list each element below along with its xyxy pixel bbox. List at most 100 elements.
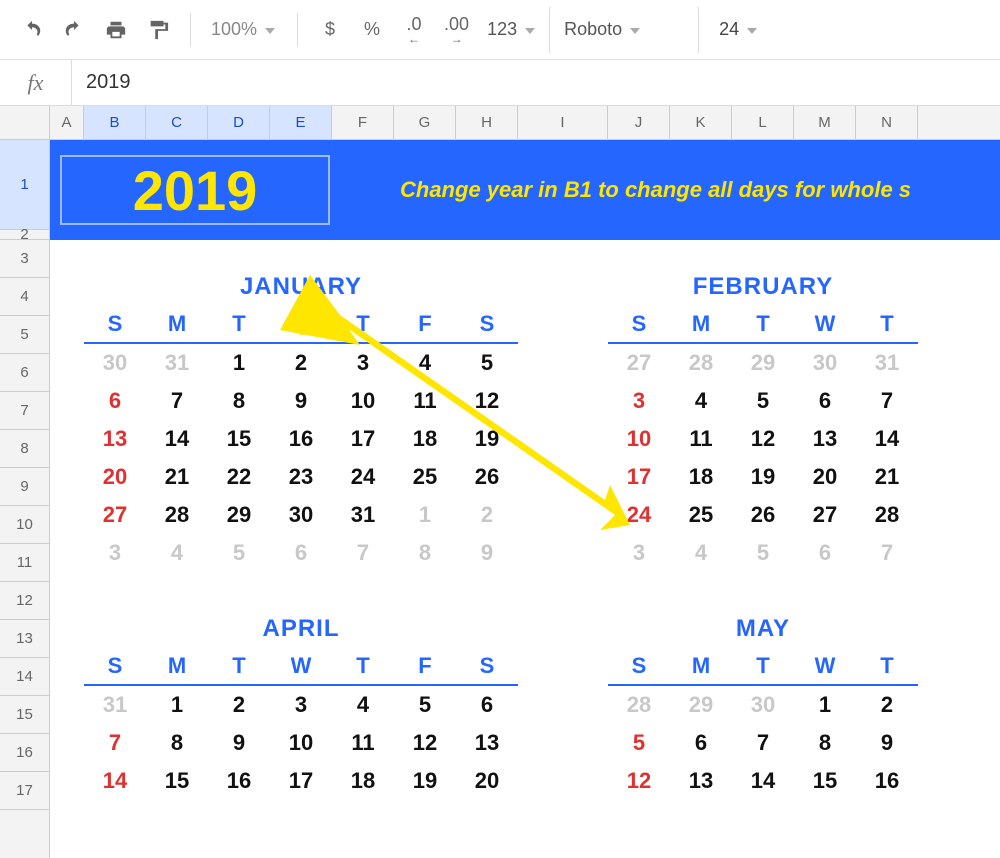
select-all-corner[interactable]: [0, 106, 50, 139]
day-cell[interactable]: 23: [270, 464, 332, 490]
redo-button[interactable]: [56, 12, 92, 48]
day-cell[interactable]: 15: [208, 426, 270, 452]
day-cell[interactable]: 28: [856, 502, 918, 528]
day-cell[interactable]: 12: [608, 768, 670, 794]
day-cell[interactable]: 12: [394, 730, 456, 756]
day-cell[interactable]: 6: [794, 540, 856, 566]
day-cell[interactable]: 7: [84, 730, 146, 756]
day-cell[interactable]: 26: [456, 464, 518, 490]
day-cell[interactable]: 9: [270, 388, 332, 414]
day-cell[interactable]: 9: [456, 540, 518, 566]
day-cell[interactable]: 31: [84, 692, 146, 718]
day-cell[interactable]: 30: [732, 692, 794, 718]
day-cell[interactable]: 22: [208, 464, 270, 490]
day-cell[interactable]: 4: [332, 692, 394, 718]
day-cell[interactable]: 6: [456, 692, 518, 718]
decrease-decimal-button[interactable]: .0 ←: [396, 12, 432, 48]
col-header-F[interactable]: F: [332, 106, 394, 139]
day-cell[interactable]: 5: [394, 692, 456, 718]
day-cell[interactable]: 8: [146, 730, 208, 756]
day-cell[interactable]: 26: [732, 502, 794, 528]
row-header-6[interactable]: 6: [0, 354, 49, 392]
day-cell[interactable]: 11: [332, 730, 394, 756]
row-header-8[interactable]: 8: [0, 430, 49, 468]
day-cell[interactable]: 17: [270, 768, 332, 794]
day-cell[interactable]: 14: [856, 426, 918, 452]
row-header-10[interactable]: 10: [0, 506, 49, 544]
col-header-G[interactable]: G: [394, 106, 456, 139]
day-cell[interactable]: 16: [270, 426, 332, 452]
day-cell[interactable]: 1: [146, 692, 208, 718]
row-header-7[interactable]: 7: [0, 392, 49, 430]
day-cell[interactable]: 17: [332, 426, 394, 452]
row-header-17[interactable]: 17: [0, 772, 49, 810]
print-button[interactable]: [98, 12, 134, 48]
percent-button[interactable]: %: [354, 12, 390, 48]
zoom-dropdown[interactable]: 100%: [205, 12, 283, 48]
day-cell[interactable]: 8: [794, 730, 856, 756]
day-cell[interactable]: 19: [394, 768, 456, 794]
col-header-B[interactable]: B: [84, 106, 146, 139]
day-cell[interactable]: 20: [456, 768, 518, 794]
font-family-dropdown[interactable]: Roboto: [549, 6, 699, 54]
day-cell[interactable]: 18: [670, 464, 732, 490]
day-cell[interactable]: 1: [394, 502, 456, 528]
day-cell[interactable]: 31: [856, 350, 918, 376]
row-header-11[interactable]: 11: [0, 544, 49, 582]
day-cell[interactable]: 5: [732, 388, 794, 414]
col-header-L[interactable]: L: [732, 106, 794, 139]
row-header-2[interactable]: 2: [0, 230, 49, 240]
row-header-13[interactable]: 13: [0, 620, 49, 658]
day-cell[interactable]: 28: [670, 350, 732, 376]
day-cell[interactable]: 20: [794, 464, 856, 490]
font-size-dropdown[interactable]: 24: [705, 12, 785, 48]
day-cell[interactable]: 9: [208, 730, 270, 756]
day-cell[interactable]: 18: [332, 768, 394, 794]
day-cell[interactable]: 10: [270, 730, 332, 756]
day-cell[interactable]: 17: [608, 464, 670, 490]
day-cell[interactable]: 14: [732, 768, 794, 794]
day-cell[interactable]: 5: [208, 540, 270, 566]
day-cell[interactable]: 13: [670, 768, 732, 794]
row-header-1[interactable]: 1: [0, 140, 49, 230]
day-cell[interactable]: 1: [794, 692, 856, 718]
day-cell[interactable]: 3: [608, 540, 670, 566]
day-cell[interactable]: 25: [394, 464, 456, 490]
day-cell[interactable]: 7: [332, 540, 394, 566]
paint-format-button[interactable]: [140, 12, 176, 48]
day-cell[interactable]: 15: [794, 768, 856, 794]
col-header-I[interactable]: I: [518, 106, 608, 139]
day-cell[interactable]: 5: [732, 540, 794, 566]
day-cell[interactable]: 29: [670, 692, 732, 718]
undo-button[interactable]: [14, 12, 50, 48]
day-cell[interactable]: 30: [270, 502, 332, 528]
day-cell[interactable]: 27: [794, 502, 856, 528]
day-cell[interactable]: 19: [456, 426, 518, 452]
col-header-C[interactable]: C: [146, 106, 208, 139]
day-cell[interactable]: 30: [794, 350, 856, 376]
day-cell[interactable]: 11: [670, 426, 732, 452]
col-header-E[interactable]: E: [270, 106, 332, 139]
day-cell[interactable]: 6: [670, 730, 732, 756]
number-format-dropdown[interactable]: 123: [481, 12, 543, 48]
day-cell[interactable]: 20: [84, 464, 146, 490]
day-cell[interactable]: 14: [146, 426, 208, 452]
row-header-3[interactable]: 3: [0, 240, 49, 278]
day-cell[interactable]: 10: [332, 388, 394, 414]
day-cell[interactable]: 7: [856, 540, 918, 566]
col-header-D[interactable]: D: [208, 106, 270, 139]
day-cell[interactable]: 18: [394, 426, 456, 452]
currency-button[interactable]: $: [312, 12, 348, 48]
year-cell[interactable]: 2019: [60, 155, 330, 225]
day-cell[interactable]: 12: [732, 426, 794, 452]
day-cell[interactable]: 5: [456, 350, 518, 376]
day-cell[interactable]: 24: [332, 464, 394, 490]
day-cell[interactable]: 16: [208, 768, 270, 794]
day-cell[interactable]: 25: [670, 502, 732, 528]
day-cell[interactable]: 15: [146, 768, 208, 794]
col-header-N[interactable]: N: [856, 106, 918, 139]
day-cell[interactable]: 3: [270, 692, 332, 718]
day-cell[interactable]: 30: [84, 350, 146, 376]
day-cell[interactable]: 3: [608, 388, 670, 414]
day-cell[interactable]: 7: [856, 388, 918, 414]
